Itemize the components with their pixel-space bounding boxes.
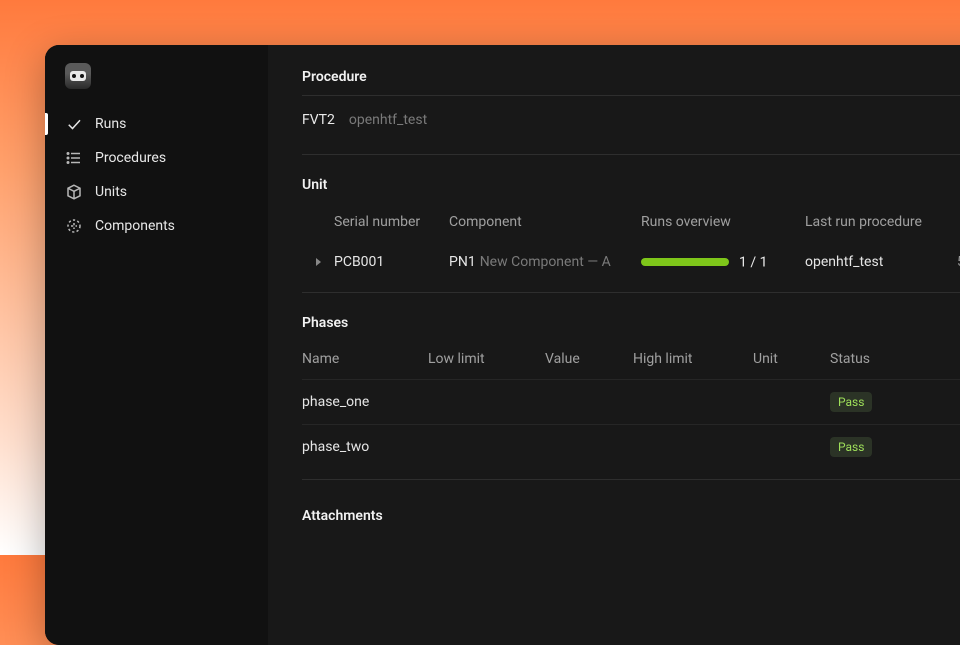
unit-table: Serial number Component Runs overview La… (302, 199, 960, 282)
col-header-unit: Unit (753, 351, 830, 367)
unit-serial: PCB001 (334, 254, 449, 270)
col-header-last: Last run procedure (805, 214, 957, 230)
unit-heading: Unit (302, 177, 960, 193)
col-header-component: Component (449, 214, 641, 230)
phase-table-row[interactable]: phase_two Pass (302, 424, 960, 469)
phase-status: Pass (830, 392, 930, 412)
list-icon (65, 149, 83, 167)
col-header-runs: Runs overview (641, 214, 805, 230)
crosshair-icon (65, 217, 83, 235)
divider (302, 292, 960, 293)
sidebar-item-runs[interactable]: Runs (45, 107, 268, 141)
unit-table-row[interactable]: PCB001 PN1New Component — A 1 / 1 openht… (302, 242, 960, 282)
divider (302, 154, 960, 155)
component-name: New Component — A (480, 254, 611, 270)
sidebar-item-procedures[interactable]: Procedures (45, 141, 268, 175)
runs-progress-bar (641, 258, 729, 266)
sidebar-item-label: Runs (95, 116, 126, 132)
sidebar-item-units[interactable]: Units (45, 175, 268, 209)
component-code: PN1 (449, 254, 476, 270)
attachments-heading: Attachments (302, 508, 960, 524)
col-header-high: High limit (633, 351, 753, 367)
phase-table-header: Name Low limit Value High limit Unit Sta… (302, 337, 960, 379)
col-header-value: Value (545, 351, 633, 367)
sidebar-item-label: Units (95, 184, 127, 200)
procedure-code: FVT2 (302, 112, 335, 128)
sidebar-item-label: Components (95, 218, 175, 234)
col-header-status: Status (830, 351, 930, 367)
phase-table-row[interactable]: phase_one Pass (302, 379, 960, 424)
check-icon (65, 115, 83, 133)
box-icon (65, 183, 83, 201)
phase-name: phase_two (302, 439, 428, 455)
procedure-name: openhtf_test (349, 112, 427, 128)
status-badge-pass: Pass (830, 392, 872, 412)
unit-runs: 1 / 1 (641, 254, 805, 270)
unit-last-procedure: openhtf_test (805, 254, 957, 270)
sidebar-item-label: Procedures (95, 150, 166, 166)
app-logo (65, 63, 91, 89)
unit-component: PN1New Component — A (449, 254, 641, 270)
procedure-row: FVT2 openhtf_test (302, 96, 960, 144)
unit-table-header: Serial number Component Runs overview La… (302, 199, 960, 242)
col-header-low: Low limit (428, 351, 545, 367)
col-header-serial: Serial number (334, 214, 449, 230)
divider (302, 479, 960, 480)
procedure-heading: Procedure (302, 69, 960, 85)
phase-name: phase_one (302, 394, 428, 410)
sidebar: Runs Procedures Units Components (45, 45, 268, 645)
phase-status: Pass (830, 437, 930, 457)
status-badge-pass: Pass (830, 437, 872, 457)
main-content: Procedure FVT2 openhtf_test Unit Serial … (268, 45, 960, 645)
phases-heading: Phases (302, 315, 960, 331)
phase-table: Name Low limit Value High limit Unit Sta… (302, 337, 960, 469)
sidebar-item-components[interactable]: Components (45, 209, 268, 243)
app-window: Runs Procedures Units Components Procedu… (45, 45, 960, 645)
chevron-right-icon[interactable] (316, 258, 321, 266)
runs-count: 1 / 1 (739, 254, 767, 270)
col-header-name: Name (302, 351, 428, 367)
